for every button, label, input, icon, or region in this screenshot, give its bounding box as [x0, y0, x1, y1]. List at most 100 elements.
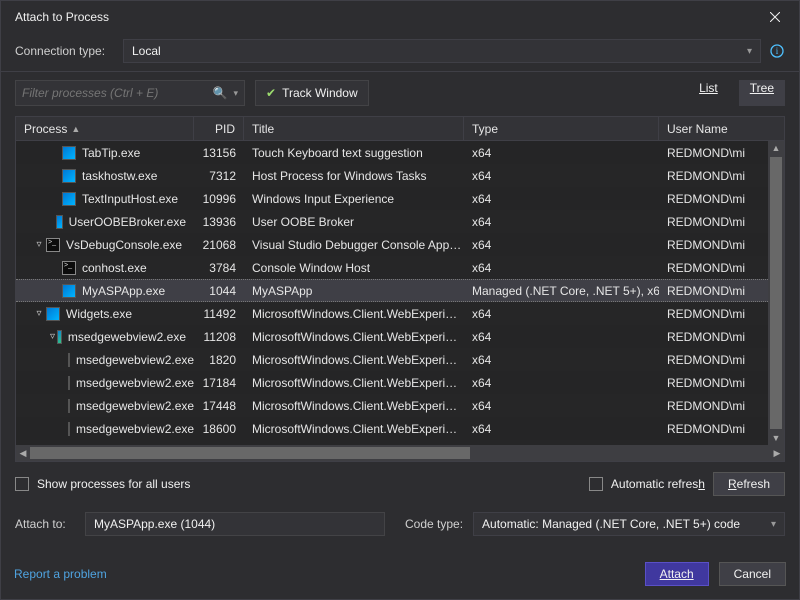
- refresh-button[interactable]: Refresh: [713, 472, 785, 496]
- user-cell: REDMOND\mi: [659, 210, 769, 233]
- title-cell: MicrosoftWindows.Client.WebExperi…: [244, 417, 464, 440]
- table-row[interactable]: msedgewebview2.exe17448MicrosoftWindows.…: [16, 394, 784, 417]
- cancel-button[interactable]: Cancel: [719, 562, 786, 586]
- auto-refresh-checkbox[interactable]: [589, 477, 603, 491]
- tree-view-button[interactable]: Tree: [739, 80, 785, 106]
- grid-header: Process ▲ PID Title Type User Name: [16, 117, 784, 141]
- scroll-thumb[interactable]: [30, 447, 470, 459]
- process-name: Widgets.exe: [66, 307, 132, 321]
- table-row[interactable]: TabTip.exe13156Touch Keyboard text sugge…: [16, 141, 784, 164]
- type-cell: x64: [464, 233, 659, 256]
- user-cell: REDMOND\mi: [659, 280, 769, 301]
- column-title[interactable]: Title: [244, 117, 464, 140]
- title-cell: Console Window Host: [244, 256, 464, 279]
- column-type[interactable]: Type: [464, 117, 659, 140]
- process-name: TextInputHost.exe: [82, 192, 178, 206]
- attach-button[interactable]: Attach: [645, 562, 709, 586]
- table-row[interactable]: ▿VsDebugConsole.exe21068Visual Studio De…: [16, 233, 784, 256]
- title-cell: MicrosoftWindows.Client.WebExperi…: [244, 394, 464, 417]
- process-icon: [62, 261, 76, 275]
- connection-type-label: Connection type:: [15, 44, 115, 58]
- process-icon: [68, 376, 70, 390]
- info-icon[interactable]: i: [769, 43, 785, 59]
- column-pid[interactable]: PID: [194, 117, 244, 140]
- title-cell: MyASPApp: [244, 280, 464, 301]
- titlebar: Attach to Process: [1, 1, 799, 33]
- pid-cell: 17448: [194, 394, 244, 417]
- title-cell: MicrosoftWindows.Client.WebExperi…: [244, 371, 464, 394]
- dialog-title: Attach to Process: [15, 10, 761, 24]
- process-icon: [68, 422, 70, 436]
- process-name: taskhostw.exe: [82, 169, 157, 183]
- process-name: MyASPApp.exe: [82, 284, 165, 298]
- scroll-left-icon[interactable]: ◀: [16, 448, 30, 459]
- type-cell: x64: [464, 302, 659, 325]
- pid-cell: 1820: [194, 348, 244, 371]
- scroll-right-icon[interactable]: ▶: [770, 448, 784, 459]
- title-cell: MicrosoftWindows.Client.WebExperi…: [244, 302, 464, 325]
- process-name: msedgewebview2.exe: [76, 399, 194, 413]
- show-all-users-checkbox[interactable]: [15, 477, 29, 491]
- check-icon: ✔: [266, 86, 276, 100]
- report-problem-link[interactable]: Report a problem: [14, 567, 107, 581]
- horizontal-scrollbar[interactable]: ◀ ▶: [16, 445, 784, 461]
- filter-input[interactable]: [22, 86, 207, 100]
- code-type-label: Code type:: [405, 517, 463, 531]
- table-row[interactable]: TextInputHost.exe10996Windows Input Expe…: [16, 187, 784, 210]
- scroll-down-icon[interactable]: ▼: [768, 431, 784, 445]
- pid-cell: 18600: [194, 417, 244, 440]
- process-name: TabTip.exe: [82, 146, 140, 160]
- type-cell: x64: [464, 394, 659, 417]
- table-row[interactable]: ▿msedgewebview2.exe11208MicrosoftWindows…: [16, 325, 784, 348]
- code-type-combo[interactable]: Automatic: Managed (.NET Core, .NET 5+) …: [473, 512, 785, 536]
- connection-type-combo[interactable]: Local ▾: [123, 39, 761, 63]
- grid-body[interactable]: TabTip.exe13156Touch Keyboard text sugge…: [16, 141, 784, 445]
- table-row[interactable]: ▿Widgets.exe11492MicrosoftWindows.Client…: [16, 302, 784, 325]
- svg-text:i: i: [776, 46, 779, 56]
- attach-to-label: Attach to:: [15, 517, 75, 531]
- table-row[interactable]: msedgewebview2.exe18600MicrosoftWindows.…: [16, 417, 784, 440]
- process-icon: [68, 353, 70, 367]
- vertical-scrollbar[interactable]: ▲ ▼: [768, 141, 784, 445]
- scroll-thumb[interactable]: [770, 157, 782, 429]
- process-icon: [56, 215, 63, 229]
- close-icon: [770, 12, 780, 22]
- table-row[interactable]: msedgewebview2.exe17184MicrosoftWindows.…: [16, 371, 784, 394]
- table-row[interactable]: MyASPApp.exe1044MyASPAppManaged (.NET Co…: [16, 279, 784, 302]
- filter-box[interactable]: 🔍 ▾: [15, 80, 245, 106]
- list-view-button[interactable]: List: [688, 80, 729, 106]
- chevron-down-icon: ▾: [771, 519, 776, 530]
- type-cell: x64: [464, 371, 659, 394]
- process-icon: [46, 307, 60, 321]
- user-cell: REDMOND\mi: [659, 348, 769, 371]
- table-row[interactable]: taskhostw.exe7312Host Process for Window…: [16, 164, 784, 187]
- tree-toggle-icon[interactable]: ▿: [50, 331, 55, 342]
- scroll-up-icon[interactable]: ▲: [768, 141, 784, 155]
- show-all-users-label: Show processes for all users: [37, 477, 190, 491]
- process-name: conhost.exe: [82, 261, 147, 275]
- process-icon: [68, 399, 70, 413]
- user-cell: REDMOND\mi: [659, 233, 769, 256]
- tree-toggle-icon[interactable]: ▿: [34, 308, 44, 319]
- process-cell: taskhostw.exe: [16, 164, 194, 187]
- track-window-button[interactable]: ✔ Track Window: [255, 80, 369, 106]
- process-name: msedgewebview2.exe: [76, 353, 194, 367]
- process-name: msedgewebview2.exe: [76, 422, 194, 436]
- tree-toggle-icon[interactable]: ▿: [34, 239, 44, 250]
- table-row[interactable]: conhost.exe3784Console Window Hostx64RED…: [16, 256, 784, 279]
- attach-to-value: MyASPApp.exe (1044): [94, 517, 215, 531]
- table-row[interactable]: msedgewebview2.exe1820MicrosoftWindows.C…: [16, 348, 784, 371]
- table-row[interactable]: UserOOBEBroker.exe13936User OOBE Brokerx…: [16, 210, 784, 233]
- process-name: UserOOBEBroker.exe: [69, 215, 186, 229]
- process-icon: [62, 192, 76, 206]
- close-button[interactable]: [761, 6, 789, 28]
- title-cell: Visual Studio Debugger Console App…: [244, 233, 464, 256]
- process-cell: msedgewebview2.exe: [16, 417, 194, 440]
- column-user[interactable]: User Name: [659, 117, 769, 140]
- pid-cell: 1044: [194, 280, 244, 301]
- process-cell: ▿ Widgets.exe: [16, 302, 194, 325]
- column-process[interactable]: Process ▲: [16, 117, 194, 140]
- chevron-down-icon: ▾: [747, 46, 752, 57]
- chevron-down-icon[interactable]: ▾: [233, 88, 238, 99]
- attach-to-field[interactable]: MyASPApp.exe (1044): [85, 512, 385, 536]
